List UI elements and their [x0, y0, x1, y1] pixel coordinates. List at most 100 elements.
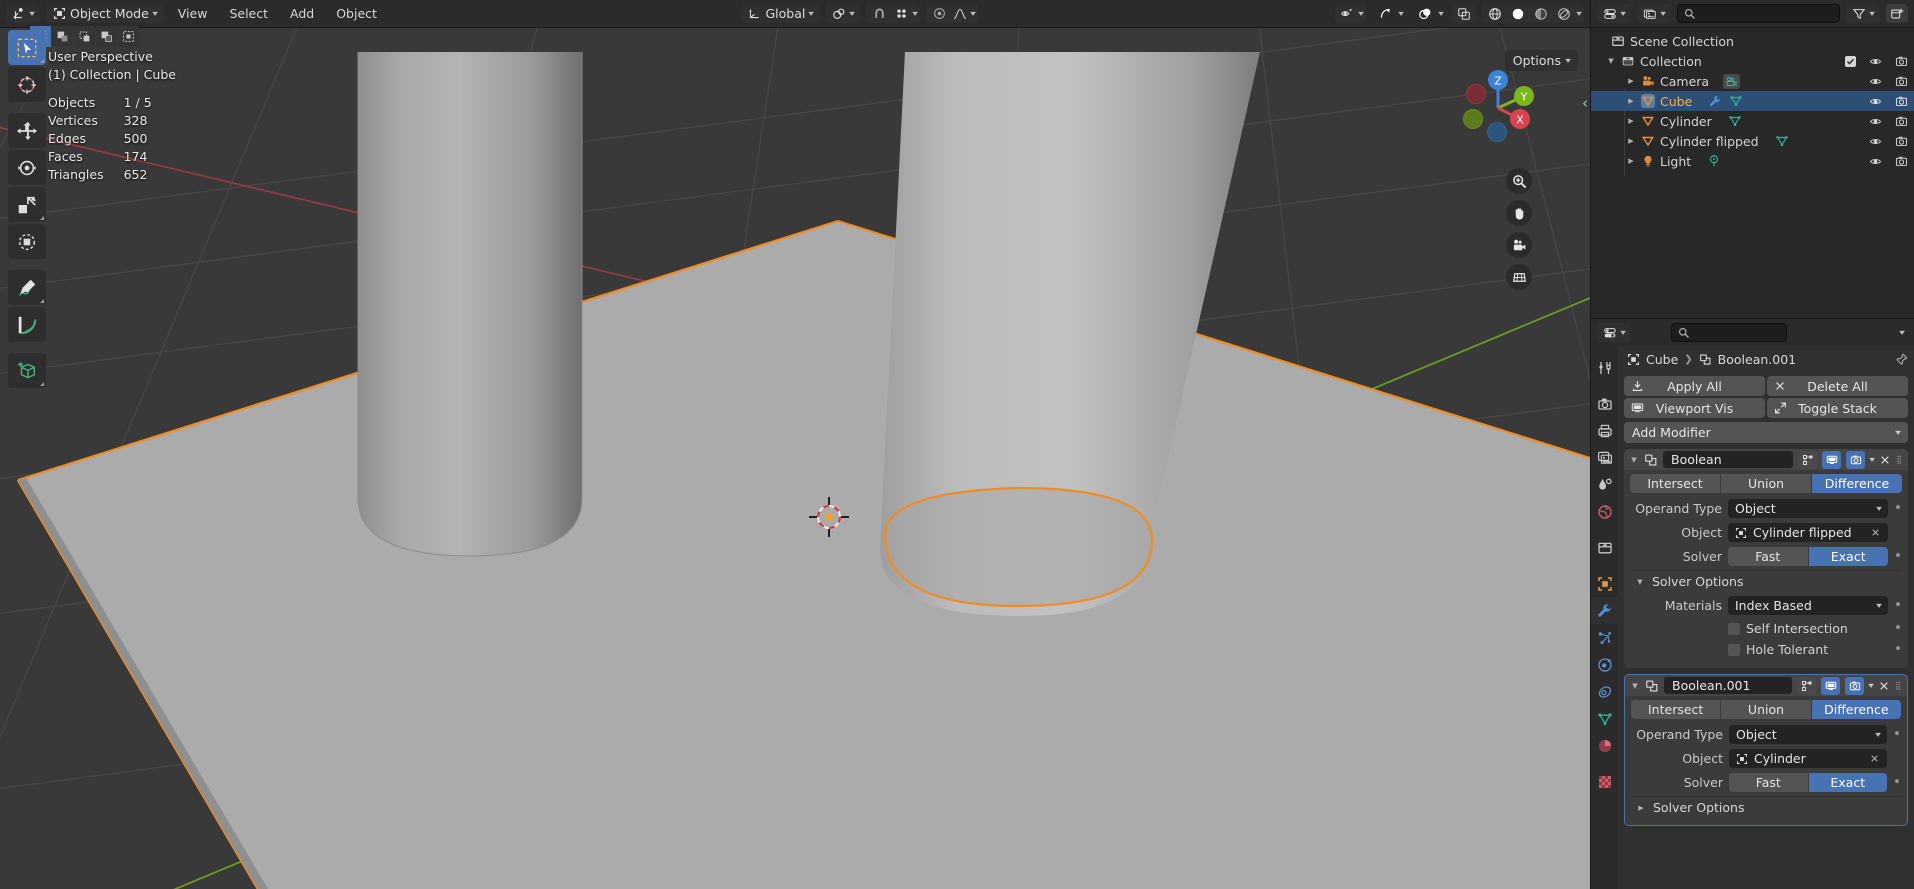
outliner-row-controls[interactable] — [1869, 151, 1908, 171]
animate-property-dot[interactable]: • — [1894, 643, 1902, 656]
select-mode-subtract[interactable] — [74, 26, 95, 47]
mesh-data-icon[interactable] — [1729, 94, 1743, 108]
modifier-tab[interactable] — [1591, 597, 1618, 624]
light-data-icon[interactable] — [1707, 154, 1721, 168]
outliner-tree[interactable]: Scene Collection ▼ Collection ▶ Camera ▶… — [1591, 28, 1914, 318]
solver-fast[interactable]: Fast — [1728, 547, 1808, 566]
operation-union[interactable]: Union — [1721, 700, 1811, 719]
render-display-toggle[interactable] — [1846, 450, 1866, 469]
boolean-operation-segmented[interactable]: Intersect Union Difference — [1630, 474, 1902, 493]
object-picker[interactable]: Cylinder flipped — [1728, 523, 1888, 542]
zoom-icon[interactable] — [1506, 168, 1532, 194]
overlays-icon[interactable] — [1415, 4, 1436, 23]
proportional-falloff-icon[interactable] — [952, 8, 968, 20]
camera-view-icon[interactable] — [1506, 232, 1532, 258]
pan-hand-icon[interactable] — [1506, 200, 1532, 226]
modifier-action-row-2[interactable]: Viewport Vis Toggle Stack — [1624, 398, 1908, 418]
pivot-point-dropdown[interactable]: ▾ — [826, 4, 861, 23]
chevron-right-icon[interactable]: ▶ — [1625, 97, 1637, 105]
constraints-tab[interactable] — [1591, 678, 1618, 705]
solver-exact[interactable]: Exact — [1808, 547, 1888, 566]
menu-object[interactable]: Object — [328, 6, 385, 21]
materials-row[interactable]: Materials Index Based ▾ • — [1630, 595, 1902, 616]
select-mode-intersect[interactable] — [118, 26, 139, 47]
properties-tab-strip[interactable] — [1591, 346, 1618, 889]
viewport-vis-button[interactable]: Viewport Vis — [1624, 398, 1765, 418]
camera-data-icon[interactable] — [1723, 73, 1741, 89]
camera-render-icon[interactable] — [1895, 155, 1908, 168]
outliner-row-cylinder-flipped[interactable]: ▶ Cylinder flipped — [1591, 131, 1914, 151]
properties-options-chevron-down-icon[interactable]: ▾ — [1899, 328, 1905, 337]
apply-all-button[interactable]: Apply All — [1624, 376, 1765, 396]
select-mode-row[interactable] — [30, 26, 139, 47]
chevron-down-icon[interactable]: ▾ — [1398, 9, 1404, 18]
solver-row[interactable]: Solver Fast Exact • — [1630, 546, 1902, 567]
properties-header[interactable]: ▾ ▾ — [1591, 319, 1914, 346]
outliner-row-scene-collection[interactable]: Scene Collection — [1591, 31, 1914, 51]
modifier-header[interactable]: ▼ Boolean ▾ ⣿ — [1624, 449, 1908, 470]
outliner-row-controls[interactable] — [1869, 91, 1908, 111]
render-tab[interactable] — [1591, 390, 1618, 417]
outliner-filter-button[interactable]: ▾ — [1845, 4, 1880, 23]
eye-icon[interactable] — [1869, 155, 1882, 168]
camera-render-icon[interactable] — [1895, 135, 1908, 148]
breadcrumb[interactable]: Cube ❯ Boolean.001 — [1591, 346, 1914, 372]
chevron-down-icon[interactable]: ▾ — [971, 9, 977, 18]
outliner-row-controls[interactable] — [1845, 51, 1908, 71]
delete-all-button[interactable]: Delete All — [1767, 376, 1908, 396]
materials-dropdown[interactable]: Index Based ▾ — [1728, 596, 1888, 615]
outliner-row-camera[interactable]: ▶ Camera — [1591, 71, 1914, 91]
drag-handle[interactable]: ⣿ — [1896, 455, 1903, 463]
interaction-mode-dropdown[interactable]: Object Mode ▾ — [46, 4, 164, 23]
eye-icon[interactable] — [1869, 55, 1882, 68]
animate-property-dot[interactable]: • — [1894, 502, 1902, 515]
cursor-tool[interactable] — [8, 67, 46, 102]
viewport-navigation-buttons[interactable] — [1506, 168, 1532, 290]
solver-row[interactable]: Solver Fast Exact • — [1631, 772, 1901, 793]
output-tab[interactable] — [1591, 417, 1618, 444]
properties-editor[interactable]: ▾ ▾ Cube ❯ Boolean.001 Apply All Delete … — [1590, 318, 1914, 889]
eye-icon[interactable] — [1869, 75, 1882, 88]
physics-tab[interactable] — [1591, 651, 1618, 678]
magnet-icon[interactable] — [869, 5, 889, 22]
breadcrumb-object-label[interactable]: Cube — [1646, 352, 1678, 367]
animate-property-dot[interactable]: • — [1894, 550, 1902, 563]
edit-mode-display-toggle[interactable] — [1797, 676, 1817, 695]
animate-property-dot[interactable]: • — [1893, 776, 1901, 789]
solver-fast[interactable]: Fast — [1729, 773, 1808, 792]
transform-tool[interactable] — [8, 224, 46, 259]
object-row[interactable]: Object Cylinder flipped — [1630, 522, 1902, 543]
realtime-display-toggle[interactable] — [1821, 676, 1841, 695]
operation-intersect[interactable]: Intersect — [1630, 474, 1720, 493]
chevron-down-icon[interactable]: ▾ — [1438, 9, 1444, 18]
modifier-extras-chevron-down-icon[interactable]: ▾ — [1868, 681, 1874, 690]
texture-tab[interactable] — [1591, 768, 1618, 795]
overlays-group[interactable]: ▾ — [1412, 4, 1446, 23]
chevron-down-icon[interactable]: ▼ — [1629, 456, 1639, 464]
render-display-toggle[interactable] — [1845, 676, 1865, 695]
viewport-toolbar[interactable] — [8, 30, 46, 388]
object-row[interactable]: Object Cylinder — [1631, 748, 1901, 769]
navigation-gizmo[interactable]: Z Y X — [1456, 66, 1540, 150]
editor-type-button[interactable]: ▾ — [6, 4, 41, 23]
proportional-editing-icon[interactable] — [929, 5, 949, 22]
animate-property-dot[interactable]: • — [1893, 728, 1901, 741]
operand-type-row[interactable]: Operand Type Object ▾ • — [1630, 498, 1902, 519]
menu-view[interactable]: View — [170, 6, 216, 21]
modifier-properties-body[interactable]: Apply All Delete All Viewport Vis Toggle… — [1618, 372, 1914, 889]
annotate-tool[interactable] — [8, 270, 46, 305]
outliner-id-type-button[interactable]: ▾ — [1637, 4, 1672, 23]
select-mode-extend[interactable] — [52, 26, 73, 47]
animate-property-dot[interactable]: • — [1894, 622, 1902, 635]
properties-search-input[interactable] — [1671, 323, 1787, 342]
animate-property-dot[interactable]: • — [1894, 599, 1902, 612]
modifier-wrench-icon[interactable] — [1708, 94, 1722, 108]
measure-tool[interactable] — [8, 307, 46, 342]
self-intersection-row[interactable]: Self Intersection • — [1630, 619, 1902, 638]
modifier-panel-boolean[interactable]: ▼ Boolean ▾ ⣿ Intersect Union Difference… — [1624, 449, 1908, 668]
chevron-down-icon[interactable]: ▼ — [1634, 578, 1646, 586]
outliner-search-input[interactable] — [1677, 4, 1840, 23]
clear-object-x-icon[interactable] — [1870, 527, 1881, 538]
proportional-editing-group[interactable]: ▾ — [926, 4, 979, 23]
add-modifier-dropdown[interactable]: Add Modifier ▾ — [1624, 422, 1908, 443]
